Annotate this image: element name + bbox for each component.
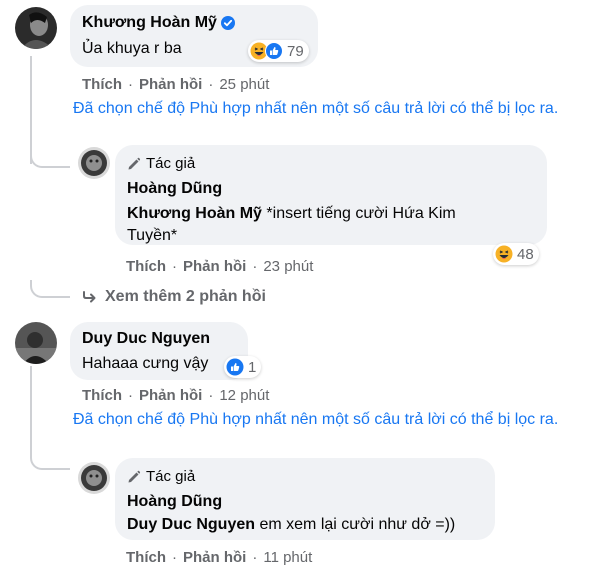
- view-more-replies-label: Xem thêm 2 phản hồi: [105, 288, 266, 305]
- comment-text: Hahaaa cưng vậy: [82, 355, 209, 372]
- reply-text-line2: Tuyền*: [127, 227, 178, 244]
- thread-line: [30, 56, 32, 164]
- avatar[interactable]: [15, 322, 57, 364]
- separator-dot: ·: [172, 549, 177, 566]
- like-button[interactable]: Thích: [126, 258, 166, 275]
- avatar-image: [78, 147, 110, 179]
- comment-author[interactable]: Duy Duc Nguyen: [82, 330, 210, 348]
- thread-curve: [30, 280, 70, 298]
- like-button[interactable]: Thích: [82, 76, 122, 93]
- reply-button[interactable]: Phản hồi: [139, 76, 202, 93]
- separator-dot: ·: [208, 387, 214, 404]
- reaction-count: 1: [248, 358, 257, 376]
- haha-reaction-icon: [495, 245, 513, 263]
- reply-bubble: Tác giả Hoàng Dũng Duy Duc Nguyen em xem…: [115, 458, 495, 540]
- verified-badge-icon: [220, 16, 235, 30]
- comment-actions: Thích · Phản hồi · 12 phút: [82, 387, 269, 404]
- reply-text-line1: *insert tiếng cười Hứa Kim: [266, 205, 456, 222]
- reaction-count: 48: [517, 245, 534, 263]
- reply-arrow-icon: [83, 291, 96, 303]
- comment-author[interactable]: Khương Hoàn Mỹ: [82, 14, 217, 32]
- timestamp[interactable]: 25 phút: [219, 76, 269, 93]
- reply-text: Duy Duc Nguyen em xem lại cười như dở =)…: [127, 514, 455, 536]
- separator-dot: ·: [252, 258, 258, 275]
- separator-dot: ·: [252, 549, 258, 566]
- like-button[interactable]: Thích: [82, 387, 122, 404]
- thread-curve: [30, 150, 70, 168]
- timestamp[interactable]: 12 phút: [219, 387, 269, 404]
- reply-button[interactable]: Phản hồi: [183, 549, 246, 566]
- reaction-summary[interactable]: 48: [493, 243, 539, 265]
- view-more-replies-button[interactable]: Xem thêm 2 phản hồi: [83, 288, 266, 306]
- separator-dot: ·: [208, 76, 214, 93]
- like-button[interactable]: Thích: [126, 549, 166, 566]
- reply-button[interactable]: Phản hồi: [139, 387, 202, 404]
- like-reaction-icon: [265, 42, 283, 60]
- comment-actions: Thích · Phản hồi · 25 phút: [82, 76, 269, 93]
- avatar[interactable]: [15, 7, 57, 49]
- thread-curve: [30, 452, 70, 470]
- reply-button[interactable]: Phản hồi: [183, 258, 246, 275]
- author-tag: Tác giả: [127, 468, 195, 485]
- reaction-summary[interactable]: 1: [224, 356, 262, 378]
- reply-author[interactable]: Hoàng Dũng: [127, 180, 222, 198]
- author-tag-label: Tác giả: [146, 155, 196, 172]
- author-tag: Tác giả: [127, 155, 195, 172]
- reply-bubble: Tác giả Hoàng Dũng Khương Hoàn Mỹ *inser…: [115, 145, 547, 245]
- filter-notice[interactable]: Đã chọn chế độ Phù hợp nhất nên một số c…: [73, 96, 583, 121]
- reaction-summary[interactable]: 79: [248, 40, 309, 62]
- thread-line: [30, 366, 32, 456]
- reaction-count: 79: [287, 42, 304, 60]
- reply-author[interactable]: Hoàng Dũng: [127, 493, 222, 511]
- avatar[interactable]: [78, 462, 110, 494]
- reply-actions: Thích · Phản hồi · 11 phút: [126, 549, 312, 566]
- pencil-icon: [128, 157, 141, 169]
- comment-bubble: Duy Duc Nguyen Hahaaa cưng vậy: [70, 322, 248, 380]
- avatar-image: [15, 322, 57, 364]
- pencil-icon: [128, 470, 141, 482]
- avatar[interactable]: [78, 147, 110, 179]
- separator-dot: ·: [172, 258, 177, 275]
- avatar-image: [15, 7, 57, 49]
- author-tag-label: Tác giả: [146, 468, 196, 485]
- separator-dot: ·: [128, 76, 133, 93]
- mention-link[interactable]: Duy Duc Nguyen: [127, 516, 255, 533]
- reply-text: Khương Hoàn Mỹ *insert tiếng cười Hứa Ki…: [127, 203, 527, 247]
- timestamp[interactable]: 23 phút: [263, 258, 313, 275]
- avatar-image: [78, 462, 110, 494]
- mention-link[interactable]: Khương Hoàn Mỹ: [127, 205, 262, 222]
- reply-text-body: em xem lại cười như dở =)): [259, 516, 456, 533]
- timestamp[interactable]: 11 phút: [263, 549, 312, 566]
- filter-notice[interactable]: Đã chọn chế độ Phù hợp nhất nên một số c…: [73, 407, 583, 432]
- reply-actions: Thích · Phản hồi · 23 phút: [126, 258, 313, 275]
- comment-text: Ủa khuya r ba: [82, 40, 182, 57]
- like-reaction-icon: [226, 358, 244, 376]
- separator-dot: ·: [128, 387, 133, 404]
